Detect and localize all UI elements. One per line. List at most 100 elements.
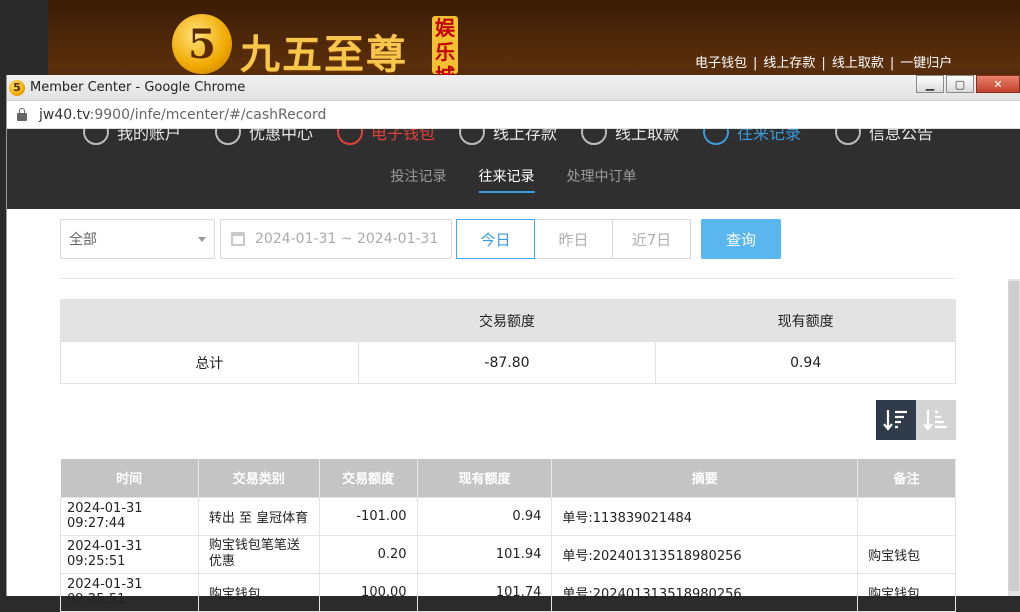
- date-range-value: 2024-01-31 ~ 2024-01-31: [255, 231, 439, 247]
- tab-pending-orders[interactable]: 处理中订单: [567, 159, 637, 209]
- summary-table: 交易额度 现有额度 总计 -87.80 0.94: [60, 299, 956, 384]
- cell-balance: 101.94: [416, 534, 553, 574]
- col-header-balance[interactable]: 现有额度: [417, 459, 553, 497]
- col-header-note[interactable]: 备注: [857, 459, 956, 497]
- maximize-button[interactable]: ▢: [946, 75, 974, 93]
- chrome-window: 5 Member Center - Google Chrome ▁ ▢ ✕ jw…: [6, 75, 1020, 612]
- cell-summary: 单号:113839021484: [551, 496, 859, 536]
- divider: |: [821, 56, 826, 71]
- cell-type: 购宝钱包: [197, 572, 320, 612]
- nav-item-announcements[interactable]: 信息公告: [835, 129, 933, 145]
- address-bar[interactable]: jw40.tv:9900/infe/mcenter/#/cashRecord: [7, 101, 1020, 129]
- window-controls: ▁ ▢ ✕: [914, 75, 1020, 93]
- summary-total-balance: 0.94: [655, 341, 956, 384]
- cell-type: 转出 至 皇冠体育: [197, 496, 320, 536]
- summary-header-balance: 现有额度: [655, 299, 956, 342]
- type-select[interactable]: 全部: [60, 219, 215, 259]
- cell-summary: 单号:202401313518980256: [551, 534, 859, 574]
- cell-time: 2024-01-31 09:25:51: [60, 534, 199, 574]
- cell-balance: 0.94: [416, 496, 553, 536]
- tab-transaction-records[interactable]: 往来记录: [478, 159, 535, 209]
- quick-date-buttons: 今日 昨日 近7日: [456, 219, 691, 259]
- url-host: jw40.tv: [39, 106, 90, 123]
- site-logo-icon: 5: [172, 14, 232, 74]
- summary-total-row: 总计 -87.80 0.94: [60, 341, 956, 384]
- deposit-icon: [459, 129, 485, 145]
- yesterday-button[interactable]: 昨日: [534, 219, 613, 259]
- nav-item-e-wallet[interactable]: 电子钱包: [337, 129, 435, 145]
- today-button[interactable]: 今日: [456, 219, 535, 259]
- link-e-wallet[interactable]: 电子钱包: [695, 56, 747, 71]
- record-icon: [703, 129, 729, 145]
- col-header-summary[interactable]: 摘要: [551, 459, 859, 497]
- col-header-time[interactable]: 时间: [60, 459, 199, 497]
- link-online-deposit[interactable]: 线上存款: [763, 56, 815, 71]
- message-icon: [835, 129, 861, 145]
- link-online-withdraw[interactable]: 线上取款: [832, 56, 884, 71]
- site-logo-text: 九五至尊: [240, 31, 408, 78]
- cell-time: 2024-01-31 09:25:51: [60, 572, 199, 612]
- records-header-row: 时间 交易类别 交易额度 现有额度 摘要 备注: [60, 459, 956, 497]
- divider: |: [753, 56, 758, 71]
- calendar-icon: [231, 232, 245, 246]
- nav-item-label: 优惠中心: [249, 129, 314, 143]
- url-path: :9900/infe/mcenter/#/cashRecord: [89, 106, 327, 123]
- nav-item-promotions[interactable]: 优惠中心: [215, 129, 313, 145]
- sort-descending-button[interactable]: [876, 400, 916, 440]
- cell-summary: 单号:202401313518980256: [551, 572, 859, 612]
- scrollbar[interactable]: [1008, 279, 1020, 596]
- nav-item-label: 电子钱包: [371, 129, 436, 143]
- nav-item-label: 信息公告: [869, 129, 934, 143]
- col-header-type[interactable]: 交易类别: [198, 459, 320, 497]
- url-text[interactable]: jw40.tv:9900/infe/mcenter/#/cashRecord: [39, 107, 326, 123]
- window-title: Member Center - Google Chrome: [30, 80, 246, 95]
- summary-header-row: 交易额度 现有额度: [60, 299, 956, 342]
- query-button[interactable]: 查询: [701, 219, 781, 259]
- cell-note: 购宝钱包: [857, 572, 956, 612]
- sort-descending-icon: [883, 410, 907, 431]
- nav-item-online-withdraw[interactable]: 线上取款: [581, 129, 679, 145]
- tab-bet-records[interactable]: 投注记录: [391, 159, 447, 209]
- nav-item-label: 我的账户: [117, 129, 182, 143]
- main-content: 全部 2024-01-31 ~ 2024-01-31 今日 昨日 近7日 查询 …: [7, 209, 1020, 612]
- summary-total-amount: -87.80: [357, 341, 657, 384]
- cell-note: 购宝钱包: [857, 534, 956, 574]
- summary-header-amount: 交易额度: [357, 299, 657, 342]
- nav-item-label: 线上取款: [615, 129, 680, 143]
- filter-row: 全部 2024-01-31 ~ 2024-01-31 今日 昨日 近7日 查询: [60, 219, 781, 259]
- site-top-links: 电子钱包 | 线上存款 | 线上取款 | 一键归户: [692, 52, 955, 71]
- minimize-button[interactable]: ▁: [916, 75, 944, 93]
- cell-note: [857, 496, 956, 536]
- records-table: 时间 交易类别 交易额度 现有额度 摘要 备注 2024-01-31 09:27…: [60, 459, 956, 612]
- cell-amount: -101.00: [318, 496, 418, 536]
- date-range-input[interactable]: 2024-01-31 ~ 2024-01-31: [220, 219, 452, 259]
- sort-ascending-button[interactable]: [916, 400, 956, 440]
- close-button[interactable]: ✕: [976, 75, 1020, 93]
- nav-item-label: 往来记录: [737, 129, 802, 143]
- cell-amount: 0.20: [318, 534, 418, 574]
- table-row: 2024-01-31 09:25:51 购宝钱包 100.00 101.74 单…: [60, 572, 956, 612]
- nav-item-my-account[interactable]: 我的账户: [83, 129, 181, 145]
- summary-header-blank: [60, 299, 359, 342]
- scrollbar-thumb[interactable]: [1009, 281, 1019, 591]
- summary-total-label: 总计: [60, 341, 359, 384]
- nav-item-transaction-records[interactable]: 往来记录: [703, 129, 801, 145]
- link-one-click-transfer[interactable]: 一键归户: [900, 56, 952, 71]
- main-nav: 我的账户 优惠中心 电子钱包 线上存款 线上取款 往来记录 信息公告: [7, 129, 1020, 159]
- type-select-value: 全部: [69, 232, 97, 248]
- withdraw-icon: [581, 129, 607, 145]
- nav-item-online-deposit[interactable]: 线上存款: [459, 129, 557, 145]
- nav-item-label: 线上存款: [493, 129, 558, 143]
- wallet-icon: [337, 129, 363, 145]
- lock-icon[interactable]: [17, 107, 27, 121]
- col-header-amount[interactable]: 交易额度: [319, 459, 418, 497]
- window-titlebar[interactable]: 5 Member Center - Google Chrome ▁ ▢ ✕: [7, 75, 1020, 101]
- cell-balance: 101.74: [416, 572, 553, 612]
- last-7-days-button[interactable]: 近7日: [612, 219, 691, 259]
- sort-buttons: [876, 400, 956, 440]
- user-icon: [83, 129, 109, 145]
- gift-icon: [215, 129, 241, 145]
- table-row: 2024-01-31 09:27:44 转出 至 皇冠体育 -101.00 0.…: [60, 496, 956, 536]
- cell-amount: 100.00: [318, 572, 418, 612]
- divider: [60, 278, 955, 279]
